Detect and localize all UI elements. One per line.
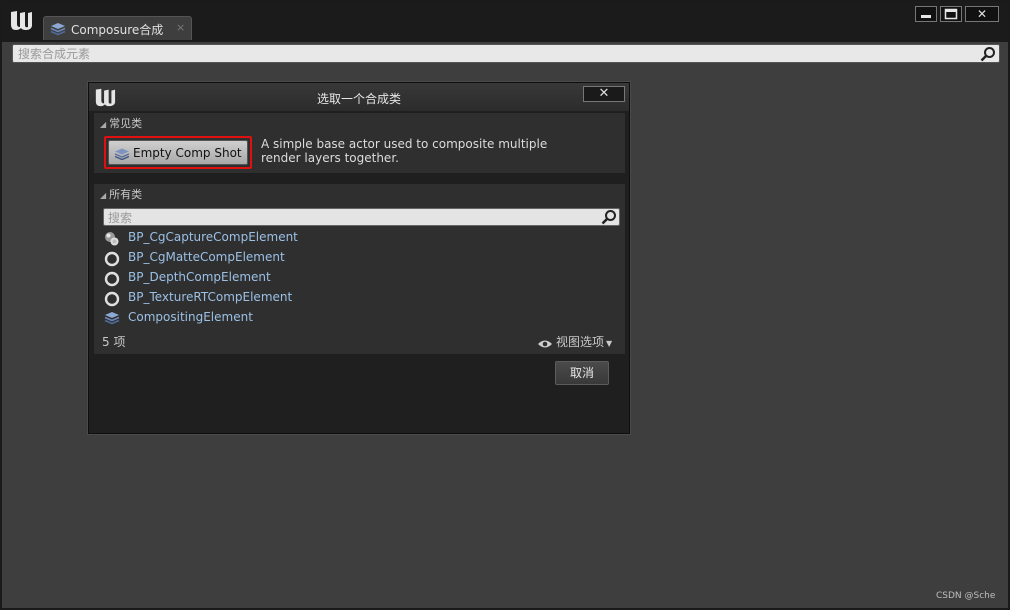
tab-close-icon[interactable]: × (176, 21, 185, 34)
circle-icon (104, 291, 120, 307)
class-search-field[interactable] (103, 208, 620, 226)
all-classes-section: ◢所有类 B (94, 184, 625, 354)
composite-search-field[interactable] (12, 44, 1000, 63)
collapse-arrow-icon: ◢ (100, 191, 107, 200)
collapse-arrow-icon: ◢ (100, 120, 107, 129)
composite-search-input[interactable] (18, 46, 958, 62)
search-icon[interactable] (601, 209, 617, 225)
circle-icon (104, 271, 120, 287)
list-item[interactable]: BP_CgCaptureCompElement (102, 228, 602, 248)
list-item-label: CompositingElement (128, 310, 253, 324)
unreal-logo-icon (93, 86, 117, 113)
item-count: 5 项 (102, 335, 126, 349)
list-item-label: BP_TextureRTCompElement (128, 290, 293, 304)
dialog-title: 选取一个合成类 (317, 92, 402, 106)
window-controls: ✕ (915, 6, 1003, 24)
tab-label: Composure合成 (71, 23, 164, 37)
list-item[interactable]: BP_CgMatteCompElement (102, 248, 602, 268)
section-header-label: 常见类 (109, 117, 143, 130)
empty-comp-shot-label: Empty Comp Shot (133, 146, 242, 160)
all-classes-header[interactable]: ◢ 所有类 (100, 186, 142, 202)
empty-comp-shot-button[interactable]: Empty Comp Shot (104, 136, 252, 169)
cancel-button[interactable]: 取消 (555, 361, 609, 385)
list-item-label: BP_CgMatteCompElement (128, 250, 285, 264)
view-options-button[interactable]: 视图选项 ▼ (537, 333, 612, 350)
window-close-button[interactable]: ✕ (965, 6, 999, 22)
layers-icon (114, 148, 130, 161)
watermark: CSDN @Sche (936, 591, 996, 601)
capture-sphere-icon (104, 231, 119, 246)
layers-icon (104, 311, 120, 325)
empty-comp-shot-description: A simple base actor used to composite mu… (261, 137, 548, 165)
list-item[interactable]: BP_TextureRTCompElement (102, 288, 602, 308)
search-icon[interactable] (980, 46, 996, 62)
dialog-close-button[interactable]: ✕ (583, 86, 625, 102)
list-item-label: BP_DepthCompElement (128, 270, 271, 284)
common-classes-section: ◢ 常见类 Empty Comp Shot A simple base actor… (94, 113, 625, 173)
dialog-title-bar: 选取一个合成类 ✕ (89, 83, 629, 111)
pick-class-dialog: 选取一个合成类 ✕ ◢ 常见类 Empty Comp Shot A simple… (88, 82, 630, 434)
minimize-button[interactable] (915, 6, 937, 22)
title-bar: Composure合成 × ✕ (2, 2, 1008, 42)
maximize-button[interactable] (940, 6, 962, 22)
composure-window: Composure合成 × ✕ 选取一个合成类 ✕ (0, 0, 1010, 610)
view-options-label: 视图选项 (556, 335, 605, 349)
tab-composure[interactable]: Composure合成 × (43, 16, 192, 40)
common-classes-header[interactable]: ◢ 常见类 (100, 115, 142, 131)
class-search-input[interactable] (108, 210, 588, 225)
circle-icon (104, 251, 120, 267)
list-item-label: BP_CgCaptureCompElement (128, 230, 298, 244)
class-list: BP_CgCaptureCompElement BP_CgMatteCompEl… (102, 228, 602, 328)
unreal-logo-icon (8, 8, 32, 32)
empty-comp-shot-button-face[interactable]: Empty Comp Shot (108, 140, 248, 165)
chevron-down-icon: ▼ (606, 339, 613, 348)
layers-icon (50, 22, 66, 36)
list-item[interactable]: BP_DepthCompElement (102, 268, 602, 288)
eye-icon (537, 338, 553, 348)
section-header-label: 所有类 (109, 188, 143, 201)
list-item[interactable]: CompositingElement (102, 308, 602, 328)
